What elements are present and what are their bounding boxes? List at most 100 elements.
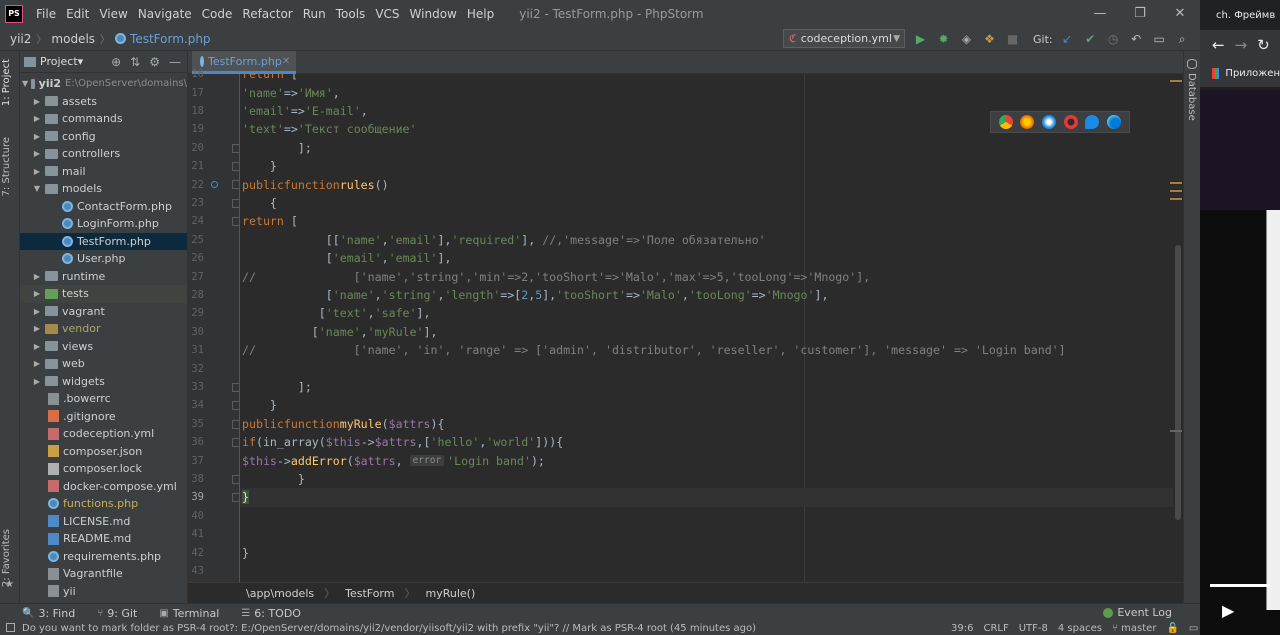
- code-line[interactable]: }: [242, 488, 249, 506]
- line-number[interactable]: 20: [188, 139, 204, 157]
- nav-crumb-file[interactable]: TestForm.php: [115, 32, 211, 46]
- tree-item[interactable]: ▶ commands: [20, 110, 187, 128]
- code-line[interactable]: }: [242, 396, 277, 414]
- tree-item[interactable]: ▶ runtime: [20, 268, 187, 286]
- tree-item[interactable]: composer.lock: [20, 460, 187, 478]
- menu-view[interactable]: View: [94, 7, 132, 21]
- code-line[interactable]: 'email' => 'E-mail',: [242, 102, 368, 120]
- line-number[interactable]: 21: [188, 157, 204, 175]
- code-line[interactable]: }: [242, 157, 277, 175]
- hide-icon[interactable]: —: [169, 55, 181, 69]
- line-number[interactable]: 31: [188, 341, 204, 359]
- event-log-button[interactable]: Event Log: [1103, 606, 1172, 619]
- line-marker[interactable]: [1170, 430, 1182, 432]
- history-icon[interactable]: ◷: [1105, 31, 1122, 48]
- line-number[interactable]: 28: [188, 286, 204, 304]
- tree-item[interactable]: ▶ views: [20, 338, 187, 356]
- code-line[interactable]: // ['name', 'in', 'range' => ['admin', '…: [242, 341, 1066, 359]
- warning-marker[interactable]: [1170, 198, 1182, 200]
- project-structure-icon[interactable]: ▭: [1151, 31, 1168, 48]
- close-tab-icon[interactable]: ✕: [282, 56, 290, 67]
- tree-item[interactable]: .bowerrc: [20, 390, 187, 408]
- tree-item[interactable]: composer.json: [20, 443, 187, 461]
- tree-item[interactable]: .gitignore: [20, 408, 187, 426]
- line-number[interactable]: 33: [188, 378, 204, 396]
- git-update-icon[interactable]: ↙: [1059, 31, 1076, 48]
- tree-item[interactable]: LICENSE.md: [20, 513, 187, 531]
- chevron-right-icon[interactable]: ▶: [32, 132, 42, 141]
- git-tool-button[interactable]: ⑂ 9: Git: [97, 607, 137, 620]
- code-line[interactable]: public function rules(): [242, 175, 389, 193]
- reload-icon[interactable]: ↻: [1257, 36, 1270, 54]
- chevron-right-icon[interactable]: ▶: [32, 114, 42, 123]
- line-number[interactable]: 22: [188, 175, 204, 193]
- code-line[interactable]: 'name' => 'Имя',: [242, 83, 340, 101]
- git-commit-icon[interactable]: ✔: [1082, 31, 1099, 48]
- menu-run[interactable]: Run: [298, 7, 331, 21]
- git-branch-widget[interactable]: ⑂ master: [1112, 623, 1156, 634]
- project-view-select[interactable]: Project▾: [40, 55, 83, 68]
- code-line[interactable]: {: [242, 194, 277, 212]
- code-line[interactable]: ];: [242, 378, 312, 396]
- editor-scrollbar[interactable]: [1175, 245, 1181, 520]
- run-icon[interactable]: ▶: [912, 31, 929, 48]
- line-number[interactable]: 42: [188, 543, 204, 561]
- line-number[interactable]: 41: [188, 525, 204, 543]
- warning-marker[interactable]: [1170, 190, 1182, 192]
- tab-testform[interactable]: TestForm.php ✕: [192, 51, 296, 74]
- gear-icon[interactable]: ⚙: [149, 55, 160, 69]
- opera-icon[interactable]: [1063, 115, 1078, 129]
- internet-explorer-icon[interactable]: [1085, 115, 1100, 129]
- tree-item[interactable]: yii: [20, 583, 187, 601]
- terminal-tool-button[interactable]: ▣ Terminal: [159, 607, 219, 620]
- locate-icon[interactable]: ⊕: [111, 55, 121, 69]
- maximize-button[interactable]: ❐: [1120, 0, 1160, 27]
- chevron-right-icon[interactable]: ▶: [32, 307, 42, 316]
- safari-icon[interactable]: [1042, 115, 1057, 129]
- menu-file[interactable]: File: [31, 7, 61, 21]
- warning-marker[interactable]: [1170, 182, 1182, 184]
- chevron-right-icon[interactable]: ▶: [32, 97, 42, 106]
- debug-icon[interactable]: ✹: [935, 31, 952, 48]
- tree-root[interactable]: ▼ yii2 E:\OpenServer\domains\: [20, 75, 187, 93]
- collapse-all-icon[interactable]: ⇅: [130, 55, 140, 69]
- browser-tab[interactable]: ch. Фреймв: [1200, 0, 1280, 30]
- menu-vcs[interactable]: VCS: [370, 7, 404, 21]
- tree-item[interactable]: TestForm.php: [20, 232, 187, 250]
- code-line[interactable]: }: [242, 543, 249, 561]
- line-number[interactable]: 39: [188, 488, 204, 506]
- menu-help[interactable]: Help: [462, 7, 499, 21]
- code-line[interactable]: return [: [242, 74, 298, 83]
- line-number[interactable]: 17: [188, 83, 204, 101]
- menu-refactor[interactable]: Refactor: [237, 7, 297, 21]
- line-number[interactable]: 43: [188, 562, 204, 580]
- breadcrumb-namespace[interactable]: \app\models: [246, 587, 314, 600]
- tree-item[interactable]: codeception.yml: [20, 425, 187, 443]
- code-line[interactable]: return [: [242, 212, 298, 230]
- chevron-right-icon[interactable]: ▶: [32, 359, 42, 368]
- line-number[interactable]: 24: [188, 212, 204, 230]
- line-number[interactable]: 40: [188, 507, 204, 525]
- tree-item[interactable]: requirements.php: [20, 548, 187, 566]
- chevron-right-icon[interactable]: ▶: [32, 377, 42, 386]
- tree-item[interactable]: ▶ tests: [20, 285, 187, 303]
- chevron-right-icon[interactable]: ▶: [32, 167, 42, 176]
- indent-setting[interactable]: 4 spaces: [1058, 623, 1102, 634]
- database-tool-tab[interactable]: Database: [1186, 73, 1197, 121]
- line-number[interactable]: 32: [188, 359, 204, 377]
- tree-item[interactable]: Vagrantfile: [20, 565, 187, 583]
- chevron-right-icon[interactable]: ▶: [32, 272, 42, 281]
- run-configuration-select[interactable]: ℭ codeception.yml ▼: [783, 29, 905, 48]
- play-icon[interactable]: ▶: [1222, 601, 1234, 620]
- tree-item[interactable]: ▶ web: [20, 355, 187, 373]
- line-number[interactable]: 18: [188, 102, 204, 120]
- apps-grid-icon[interactable]: [1212, 68, 1220, 79]
- chevron-right-icon[interactable]: ▶: [32, 289, 42, 298]
- line-number[interactable]: 25: [188, 231, 204, 249]
- line-number[interactable]: 16: [188, 65, 204, 83]
- chevron-right-icon[interactable]: ▶: [32, 342, 42, 351]
- line-number[interactable]: 26: [188, 249, 204, 267]
- code-editor[interactable]: return [ 'name' => 'Имя', 'email' => 'E-mail…: [240, 74, 1173, 582]
- line-number[interactable]: 38: [188, 470, 204, 488]
- tree-item[interactable]: User.php: [20, 250, 187, 268]
